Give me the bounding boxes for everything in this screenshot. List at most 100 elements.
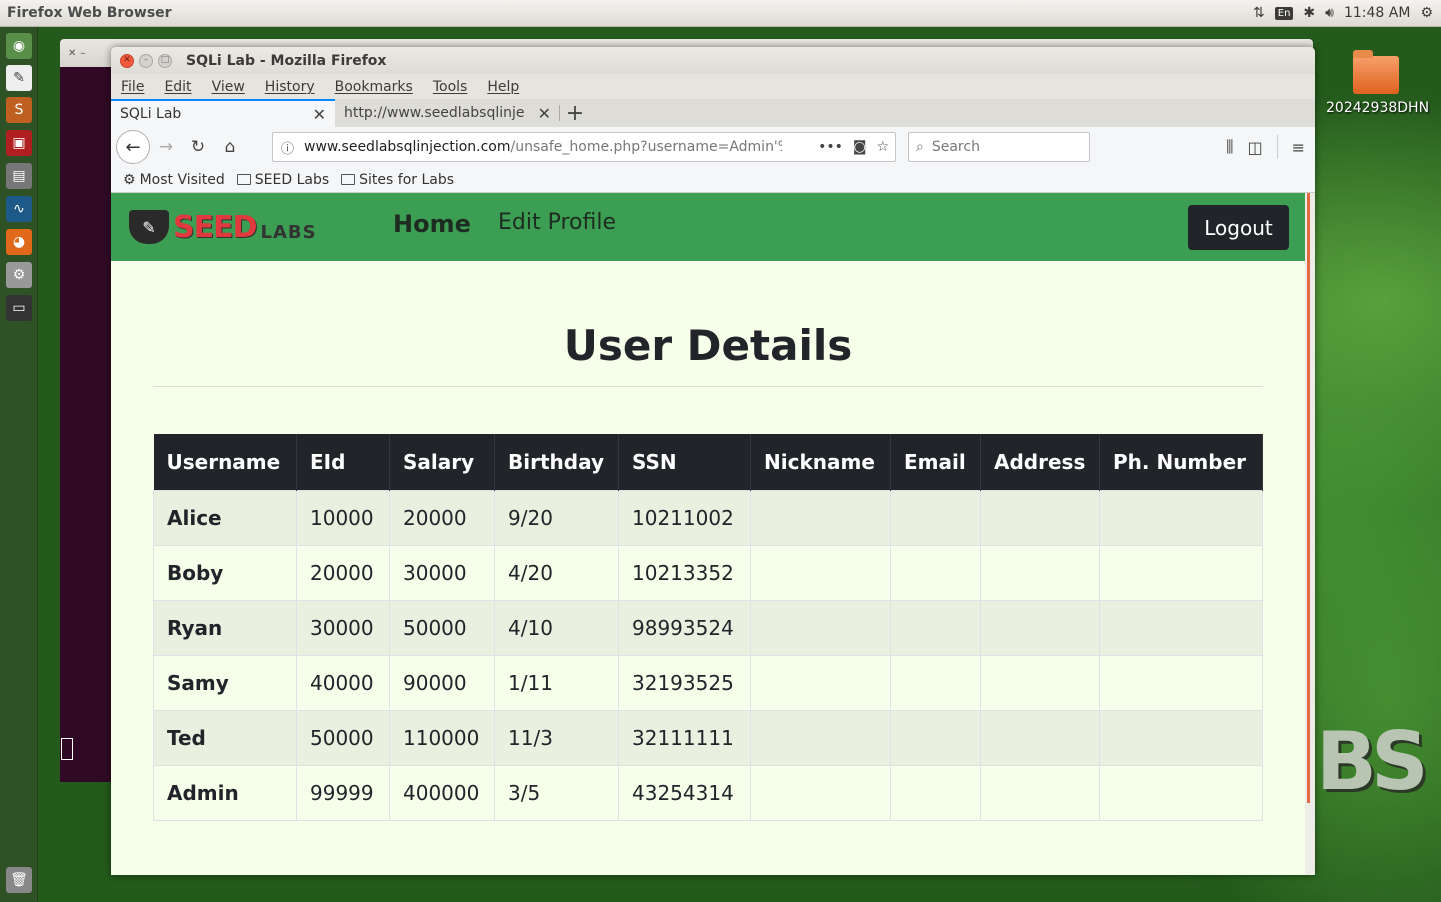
sublime-icon[interactable]: S [6, 97, 32, 123]
bookmark-sites-for-labs[interactable]: Sites for Labs [341, 172, 454, 188]
menu-tools[interactable]: Tools [433, 79, 468, 95]
cell-salary: 110000 [389, 709, 495, 766]
desktop-folder[interactable]: 20242938DHN [1326, 50, 1430, 116]
scrollbar-thumb[interactable] [1307, 193, 1310, 803]
web-page: ✎ SEED LABS Home Edit Profile Logout Use… [111, 193, 1305, 875]
files-icon[interactable]: ▤ [6, 163, 32, 189]
nav-home-link[interactable]: Home [393, 210, 471, 238]
menu-edit[interactable]: Edit [164, 79, 191, 95]
header-salary: Salary [389, 434, 495, 490]
bookmark-seed-labs[interactable]: SEED Labs [236, 171, 330, 188]
window-title: SQLi Lab - Mozilla Firefox [186, 52, 387, 69]
header-email: Email [890, 434, 981, 490]
window-titlebar[interactable]: ✕ – □ SQLi Lab - Mozilla Firefox [111, 47, 1315, 74]
cell-ssn: 32111111 [618, 709, 751, 766]
volume-icon[interactable]: 🔊︎ [1325, 5, 1334, 21]
cell-eid: 20000 [296, 544, 390, 601]
header-address: Address [980, 434, 1100, 490]
back-button[interactable]: ← [116, 130, 150, 164]
tab-sqli-lab[interactable]: SQLi Lab ✕ [111, 99, 335, 127]
toolbar-separator [1276, 135, 1278, 159]
cell-eid: 50000 [296, 709, 390, 766]
hamburger-menu-icon[interactable]: ≡ [1292, 138, 1305, 157]
cell-eid: 30000 [296, 599, 390, 656]
forward-button[interactable]: → [150, 131, 182, 163]
folder-icon [1353, 50, 1399, 94]
menu-bookmarks[interactable]: Bookmarks [335, 79, 413, 95]
settings-gear-icon[interactable]: ⚙ [1420, 5, 1433, 21]
logo-seed-text: SEED [173, 209, 257, 245]
page-scrollbar[interactable] [1305, 193, 1315, 875]
pocket-icon[interactable]: ◙ [853, 139, 867, 155]
sidebar-icon[interactable]: ◫ [1247, 138, 1262, 157]
maximize-window-icon[interactable]: □ [158, 53, 172, 68]
url-text[interactable]: www.seedlabsqlinjection.com/unsafe_home.… [304, 139, 782, 155]
bookmark-label: SEED Labs [254, 171, 330, 188]
library-icon[interactable]: ⫼ [1226, 137, 1233, 157]
keyboard-layout-indicator[interactable]: En [1274, 6, 1294, 20]
text-editor-icon[interactable]: ✎ [6, 65, 32, 91]
dash-icon[interactable]: ◉ [6, 33, 32, 59]
system-tray: ⇅ En ✱ 🔊︎ 11:48 AM ⚙ [1253, 5, 1433, 21]
close-window-icon[interactable]: ✕ [120, 53, 134, 68]
menu-help[interactable]: Help [487, 79, 519, 95]
seed-labs-logo[interactable]: ✎ SEED LABS [129, 210, 317, 245]
logout-button[interactable]: Logout [1188, 205, 1289, 250]
firefox-icon[interactable]: ◕ [6, 229, 32, 255]
desktop-folder-label: 20242938DHN [1326, 100, 1430, 116]
cell-birthday: 4/20 [494, 544, 619, 601]
minimize-icon[interactable]: – [80, 48, 85, 59]
cell-eid: 40000 [296, 654, 390, 711]
home-button[interactable]: ⌂ [214, 131, 246, 163]
bookmark-most-visited[interactable]: ⚙ Most Visited [123, 172, 225, 188]
tab-label: SQLi Lab [120, 106, 182, 122]
launcher: ◉ ✎ S ▣ ▤ ∿ ◕ ⚙ ▭ 🗑︎ [0, 27, 38, 902]
bluetooth-icon[interactable]: ✱ [1303, 5, 1315, 21]
cell-nickname [750, 764, 891, 821]
search-input[interactable]: ⌕ Search [908, 132, 1090, 162]
network-icon[interactable]: ⇅ [1253, 5, 1265, 21]
red-app-icon[interactable]: ▣ [6, 130, 32, 156]
top-panel: Firefox Web Browser ⇅ En ✱ 🔊︎ 11:48 AM ⚙ [0, 0, 1441, 27]
menu-history[interactable]: History [265, 79, 315, 95]
terminal-cursor [61, 738, 73, 760]
tab-seedlabs-url[interactable]: http://www.seedlabsqlinje ✕ [335, 99, 560, 127]
wireshark-icon[interactable]: ∿ [6, 196, 32, 222]
cell-salary: 20000 [389, 489, 495, 546]
url-bar[interactable]: ⓘ www.seedlabsqlinjection.com/unsafe_hom… [272, 132, 896, 162]
cell-username: Ted [153, 709, 297, 766]
cell-eid: 10000 [296, 489, 390, 546]
menu-view[interactable]: View [212, 79, 245, 95]
folder-icon [341, 174, 356, 185]
terminal-icon[interactable]: ▭ [6, 295, 32, 321]
user-details-table: Username EId Salary Birthday SSN Nicknam… [153, 434, 1263, 821]
menu-file[interactable]: File [121, 79, 144, 95]
reload-button[interactable]: ↻ [182, 131, 214, 163]
trash-icon[interactable]: 🗑︎ [6, 867, 32, 893]
close-tab-icon[interactable]: ✕ [538, 104, 551, 123]
table-row: Ted 50000 110000 11/3 32111111 [153, 709, 1263, 766]
bookmark-star-icon[interactable]: ☆ [876, 139, 889, 155]
close-icon[interactable]: ✕ [68, 48, 76, 59]
cell-username: Samy [153, 654, 297, 711]
cell-email [890, 764, 981, 821]
site-info-icon[interactable]: ⓘ [281, 138, 294, 157]
system-settings-icon[interactable]: ⚙ [6, 262, 32, 288]
cell-nickname [750, 599, 891, 656]
cell-address [980, 489, 1100, 546]
table-header-row: Username EId Salary Birthday SSN Nicknam… [153, 434, 1263, 490]
cell-address [980, 544, 1100, 601]
cell-birthday: 9/20 [494, 489, 619, 546]
cell-email [890, 489, 981, 546]
clock[interactable]: 11:48 AM [1344, 5, 1410, 21]
nav-edit-profile-link[interactable]: Edit Profile [498, 210, 616, 235]
close-tab-icon[interactable]: ✕ [313, 105, 326, 124]
minimize-window-icon[interactable]: – [139, 53, 153, 68]
page-actions-icon[interactable]: ••• [818, 139, 843, 155]
cell-address [980, 764, 1100, 821]
bookmarks-toolbar: ⚙ Most Visited SEED Labs Sites for Labs [111, 167, 1315, 193]
table-row: Boby 20000 30000 4/20 10213352 [153, 544, 1263, 601]
title-divider [153, 386, 1263, 387]
new-tab-button[interactable]: + [560, 99, 590, 127]
cell-phone [1099, 654, 1263, 711]
